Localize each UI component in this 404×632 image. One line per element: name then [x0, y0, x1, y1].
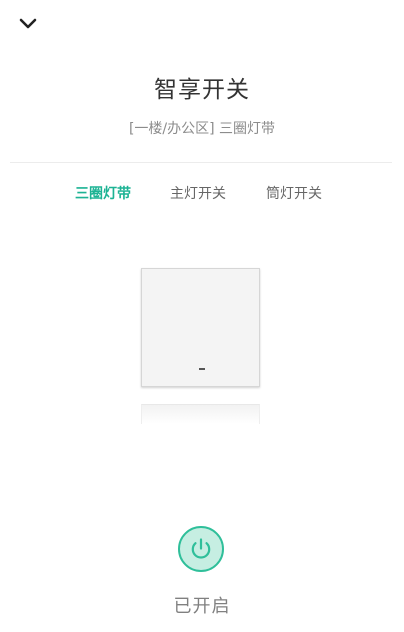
- tab-tongdeng-kaiguan[interactable]: 筒灯开关: [266, 183, 322, 203]
- tab-sanquan-dengdai[interactable]: 三圈灯带: [75, 183, 131, 203]
- tab-zhudeng-kaiguan[interactable]: 主灯开关: [170, 183, 226, 203]
- switch-indicator: [199, 368, 205, 370]
- wall-switch-panel[interactable]: [141, 268, 260, 387]
- device-location-subtitle: [一楼/办公区] 三圈灯带: [128, 121, 276, 137]
- power-icon: [191, 538, 211, 559]
- page-title: 智享开关: [154, 77, 250, 103]
- header-divider: [10, 162, 392, 163]
- chevron-down-icon: [19, 18, 37, 29]
- switch-reflection: [141, 404, 260, 424]
- power-button[interactable]: [178, 526, 224, 572]
- switch-tabs: 三圈灯带 主灯开关 筒灯开关: [0, 183, 404, 205]
- collapse-button[interactable]: [14, 12, 42, 36]
- power-status-label: 已开启: [173, 596, 231, 617]
